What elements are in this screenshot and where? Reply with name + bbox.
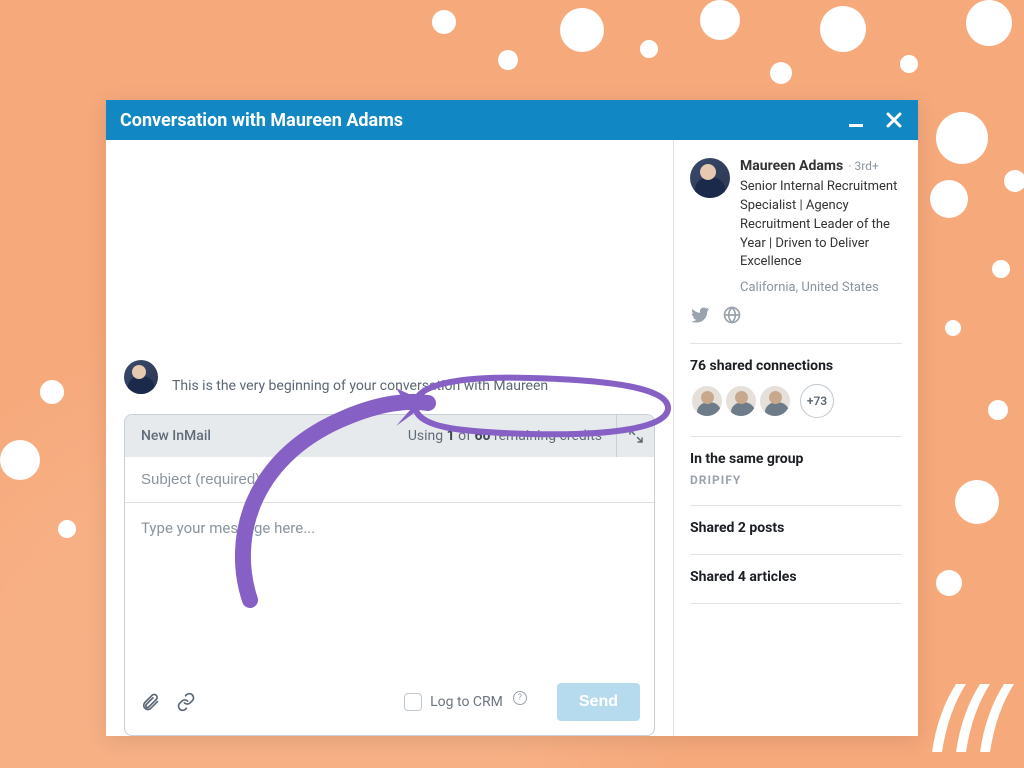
close-button[interactable] bbox=[884, 110, 904, 130]
conversation-start-row: This is the very beginning of your conve… bbox=[124, 158, 655, 414]
shared-posts-title[interactable]: Shared 2 posts bbox=[690, 520, 902, 536]
credits-indicator: Using 1 of 60 remaining credits bbox=[394, 428, 616, 444]
shared-connections-avatars: +73 bbox=[690, 384, 902, 418]
minimize-icon bbox=[847, 111, 865, 129]
avatar bbox=[124, 360, 158, 394]
conversation-window: Conversation with Maureen Adams This is … bbox=[106, 100, 918, 736]
expand-button[interactable] bbox=[616, 415, 654, 457]
decoration-dot bbox=[640, 40, 658, 58]
decoration-dot bbox=[900, 55, 918, 73]
decoration-dot bbox=[945, 320, 961, 336]
window-titlebar: Conversation with Maureen Adams bbox=[106, 100, 918, 140]
conversation-pane: This is the very beginning of your conve… bbox=[106, 140, 674, 736]
credits-suffix: remaining credits bbox=[491, 428, 602, 444]
inmail-composer: New InMail Using 1 of 60 remaining credi… bbox=[124, 414, 655, 736]
same-group-title: In the same group bbox=[690, 451, 902, 467]
credits-middle: of bbox=[455, 428, 475, 444]
help-icon[interactable]: ? bbox=[513, 691, 527, 705]
paperclip-icon bbox=[140, 692, 160, 712]
expand-icon bbox=[629, 429, 643, 443]
attach-button[interactable] bbox=[139, 691, 161, 713]
composer-footer: Log to CRM ? Send bbox=[125, 673, 654, 735]
close-icon bbox=[885, 111, 903, 129]
group-name[interactable]: DRIPIFY bbox=[690, 473, 902, 487]
decoration-dot bbox=[992, 260, 1010, 278]
conversation-start-text: This is the very beginning of your conve… bbox=[172, 378, 548, 394]
profile-location: California, United States bbox=[740, 280, 902, 295]
profile-header: Maureen Adams · 3rd+ Senior Internal Rec… bbox=[690, 158, 902, 295]
twitter-icon bbox=[690, 305, 710, 325]
decoration-dot bbox=[930, 180, 968, 218]
shared-articles-title[interactable]: Shared 4 articles bbox=[690, 569, 902, 585]
background: Conversation with Maureen Adams This is … bbox=[0, 0, 1024, 768]
decoration-dot bbox=[700, 0, 740, 40]
social-links-row bbox=[690, 305, 902, 325]
message-input[interactable] bbox=[125, 503, 654, 673]
credits-prefix: Using bbox=[408, 428, 447, 444]
avatar[interactable] bbox=[758, 384, 792, 418]
decoration-dot bbox=[432, 10, 456, 34]
decoration-dot bbox=[820, 6, 866, 52]
profile-sidebar: Maureen Adams · 3rd+ Senior Internal Rec… bbox=[674, 140, 918, 736]
composer-header: New InMail Using 1 of 60 remaining credi… bbox=[125, 415, 654, 457]
credits-used: 1 bbox=[447, 428, 455, 444]
credits-total: 60 bbox=[474, 428, 490, 444]
avatar[interactable] bbox=[690, 384, 724, 418]
divider bbox=[690, 603, 902, 604]
decoration-dot bbox=[936, 570, 962, 596]
decoration-dot bbox=[58, 520, 76, 538]
divider bbox=[690, 436, 902, 437]
decoration-dot bbox=[988, 400, 1008, 420]
divider bbox=[690, 505, 902, 506]
profile-name[interactable]: Maureen Adams bbox=[740, 158, 843, 174]
log-to-crm-toggle[interactable]: Log to CRM ? bbox=[404, 693, 527, 711]
divider bbox=[690, 343, 902, 344]
decoration-dot bbox=[936, 112, 988, 164]
decoration-dot bbox=[770, 62, 792, 84]
shared-connections-title[interactable]: 76 shared connections bbox=[690, 358, 902, 374]
profile-title: Senior Internal Recruitment Specialist |… bbox=[740, 178, 902, 272]
link-button[interactable] bbox=[175, 691, 197, 713]
minimize-button[interactable] bbox=[846, 110, 866, 130]
log-to-crm-label: Log to CRM bbox=[430, 694, 503, 710]
decoration-dot bbox=[560, 8, 604, 52]
avatar[interactable] bbox=[724, 384, 758, 418]
subject-input[interactable] bbox=[125, 457, 654, 503]
more-connections-button[interactable]: +73 bbox=[800, 384, 834, 418]
composer-title: New InMail bbox=[125, 428, 227, 444]
profile-degree: · 3rd+ bbox=[848, 159, 878, 173]
decoration-dot bbox=[0, 440, 40, 480]
checkbox-icon bbox=[404, 693, 422, 711]
website-link[interactable] bbox=[722, 305, 742, 325]
decoration-dot bbox=[498, 50, 518, 70]
twitter-link[interactable] bbox=[690, 305, 710, 325]
brand-logo-icon bbox=[914, 672, 1014, 762]
send-button[interactable]: Send bbox=[557, 683, 640, 721]
decoration-dot bbox=[955, 480, 999, 524]
divider bbox=[690, 554, 902, 555]
decoration-dot bbox=[966, 0, 1012, 46]
window-title: Conversation with Maureen Adams bbox=[120, 110, 403, 131]
globe-icon bbox=[722, 305, 742, 325]
link-icon bbox=[176, 692, 196, 712]
decoration-dot bbox=[40, 380, 64, 404]
avatar bbox=[690, 158, 730, 198]
decoration-dot bbox=[1004, 170, 1024, 192]
